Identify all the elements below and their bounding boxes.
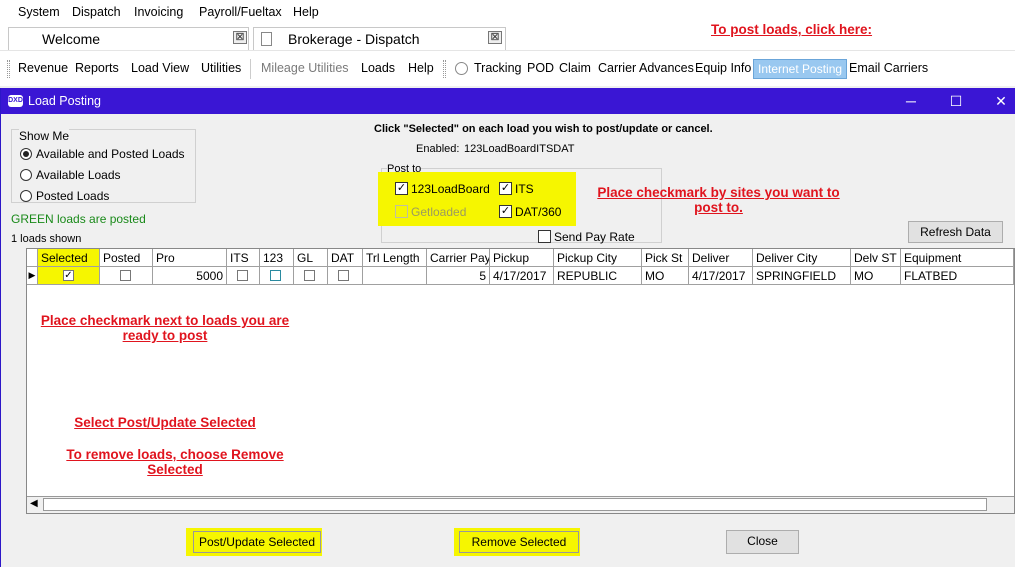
- cell-pro[interactable]: 5000: [153, 267, 227, 285]
- menu-system[interactable]: System: [18, 5, 60, 19]
- show-me-legend: Show Me: [19, 129, 70, 143]
- row-its-checkbox[interactable]: [237, 270, 248, 281]
- checkbox-its[interactable]: ✓: [499, 182, 512, 195]
- cell-pick-st[interactable]: MO: [642, 267, 689, 285]
- select-loads-note: Place checkmark next to loads you are re…: [40, 313, 290, 343]
- row-posted-checkbox[interactable]: [120, 270, 131, 281]
- site-checkmark-note: Place checkmark by sites you want to pos…: [597, 185, 840, 215]
- radio-label: Posted Loads: [36, 189, 110, 203]
- row-selected-checkbox[interactable]: ✓: [63, 270, 74, 281]
- toolbar: Revenue Reports Load View Utilities Mile…: [0, 50, 1015, 86]
- toolbar-utilities[interactable]: Utilities: [201, 61, 241, 75]
- site-its-label: ITS: [515, 182, 534, 196]
- toolbar-carrier-advances[interactable]: Carrier Advances: [598, 61, 694, 75]
- toolbar-help[interactable]: Help: [408, 61, 434, 75]
- toolbar-tracking[interactable]: Tracking: [474, 61, 521, 75]
- close-button[interactable]: Close: [726, 530, 799, 554]
- checkbox-send-pay-rate[interactable]: [538, 230, 551, 243]
- remove-loads-note: To remove loads, choose Remove Selected: [66, 447, 284, 477]
- cell-its[interactable]: [227, 267, 260, 285]
- cell-pickup[interactable]: 4/17/2017: [490, 267, 554, 285]
- loads-shown-count: 1 loads shown: [11, 233, 82, 245]
- site-dat-label: DAT/360: [515, 205, 562, 219]
- tab-welcome-close-icon[interactable]: ⊠: [233, 31, 247, 44]
- cell-gl[interactable]: [294, 267, 328, 285]
- green-loads-note: GREEN loads are posted: [11, 212, 146, 226]
- current-row-indicator-icon: ▶: [27, 267, 38, 285]
- checkbox-getloaded[interactable]: [395, 205, 408, 218]
- maximize-icon[interactable]: ☐: [944, 91, 968, 111]
- remove-selected-button[interactable]: Remove Selected: [459, 531, 579, 553]
- cell-deliver-city[interactable]: SPRINGFIELD: [753, 267, 851, 285]
- dialog-title-bar[interactable]: DXD Load Posting ─ ☐ ✕: [1, 88, 1015, 114]
- radio-label: Available and Posted Loads: [36, 147, 185, 161]
- tab-welcome[interactable]: Welcome ⊠: [8, 27, 249, 51]
- toolbar-grip[interactable]: [7, 60, 10, 78]
- menu-invoicing[interactable]: Invoicing: [134, 5, 183, 19]
- menu-payroll-fueltax[interactable]: Payroll/Fueltax: [199, 5, 282, 19]
- cell-carrier-pay[interactable]: 5: [427, 267, 490, 285]
- app-logo-icon: DXD: [8, 95, 23, 107]
- toolbar-email-carriers[interactable]: Email Carriers: [849, 61, 928, 75]
- checkbox-123loadboard[interactable]: ✓: [395, 182, 408, 195]
- cell-selected[interactable]: ✓: [38, 267, 100, 285]
- minimize-icon[interactable]: ─: [899, 91, 923, 111]
- toolbar-mileage-utilities[interactable]: Mileage Utilities: [261, 61, 349, 75]
- horizontal-scrollbar[interactable]: ◀: [27, 496, 1014, 513]
- site-123loadboard-label: 123LoadBoard: [411, 182, 490, 196]
- tab-brokerage-label: Brokerage - Dispatch: [288, 31, 420, 47]
- toolbar-loads[interactable]: Loads: [361, 61, 395, 75]
- show-me-group: Show Me Available and Posted Loads Avail…: [11, 129, 196, 203]
- document-icon: [261, 32, 272, 46]
- toolbar-separator: [250, 59, 251, 79]
- toolbar-grip[interactable]: [443, 60, 446, 78]
- scroll-left-arrow-icon[interactable]: ◀: [30, 498, 38, 509]
- clock-icon: [455, 62, 468, 75]
- row-123-checkbox[interactable]: [270, 270, 281, 281]
- dialog-title: Load Posting: [28, 94, 101, 108]
- toolbar-revenue[interactable]: Revenue: [18, 61, 68, 75]
- toolbar-internet-posting[interactable]: Internet Posting: [753, 59, 848, 79]
- table-row[interactable]: ▶ ✓ 5000 5 4/17/2017 REPUBLIC MO 4/17/20…: [27, 249, 1014, 285]
- toolbar-claim[interactable]: Claim: [559, 61, 591, 75]
- cell-delv-st[interactable]: MO: [851, 267, 901, 285]
- post-loads-hint: To post loads, click here:: [711, 22, 873, 37]
- cell-deliver[interactable]: 4/17/2017: [689, 267, 753, 285]
- menu-dispatch[interactable]: Dispatch: [72, 5, 121, 19]
- loads-grid: Selected Posted Pro ITS 123 GL DAT Trl L…: [26, 248, 1015, 514]
- scrollbar-thumb[interactable]: [43, 498, 987, 511]
- toolbar-reports[interactable]: Reports: [75, 61, 119, 75]
- tab-welcome-label: Welcome: [42, 31, 101, 47]
- cell-pickup-city[interactable]: REPUBLIC: [554, 267, 642, 285]
- menu-help[interactable]: Help: [293, 5, 319, 19]
- close-icon[interactable]: ✕: [989, 91, 1013, 111]
- post-selected-note: Select Post/Update Selected: [74, 415, 256, 430]
- radio-button[interactable]: [20, 169, 32, 181]
- cell-123[interactable]: [260, 267, 294, 285]
- load-posting-dialog: DXD Load Posting ─ ☐ ✕ Show Me Available…: [0, 88, 1015, 567]
- tab-brokerage-dispatch[interactable]: Brokerage - Dispatch ⊠: [253, 27, 506, 51]
- toolbar-load-view[interactable]: Load View: [131, 61, 189, 75]
- cell-dat[interactable]: [328, 267, 363, 285]
- cell-equipment[interactable]: FLATBED: [901, 267, 1014, 285]
- send-pay-rate-label: Send Pay Rate: [554, 230, 635, 244]
- row-dat-checkbox[interactable]: [338, 270, 349, 281]
- cell-posted[interactable]: [100, 267, 153, 285]
- radio-button[interactable]: [20, 190, 32, 202]
- radio-button[interactable]: [20, 148, 32, 160]
- instruction-text: Click "Selected" on each load you wish t…: [374, 123, 713, 135]
- refresh-data-button[interactable]: Refresh Data: [908, 221, 1003, 243]
- toolbar-equip-info[interactable]: Equip Info: [695, 61, 751, 75]
- toolbar-pod[interactable]: POD: [527, 61, 554, 75]
- checkbox-dat[interactable]: ✓: [499, 205, 512, 218]
- enabled-value: 123LoadBoardITSDAT: [464, 143, 575, 155]
- post-update-selected-button[interactable]: Post/Update Selected: [193, 531, 321, 553]
- tab-brokerage-close-icon[interactable]: ⊠: [488, 31, 502, 44]
- enabled-label: Enabled:: [416, 143, 460, 155]
- cell-trl-length[interactable]: [363, 267, 427, 285]
- site-getloaded-label: Getloaded: [411, 205, 467, 219]
- radio-label: Available Loads: [36, 168, 121, 182]
- row-gl-checkbox[interactable]: [304, 270, 315, 281]
